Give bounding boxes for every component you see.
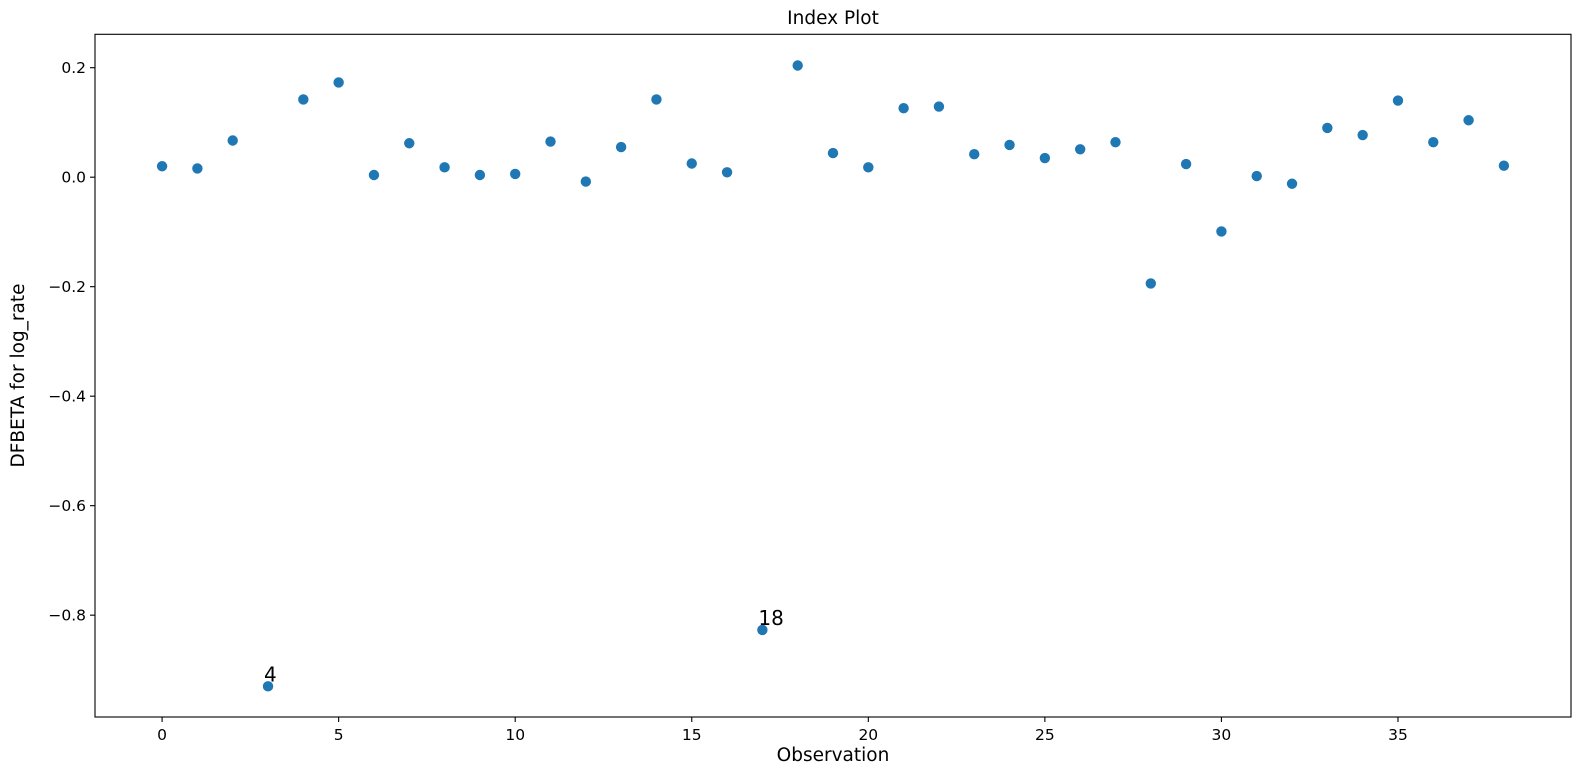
data-point: [651, 94, 662, 105]
data-point: [510, 168, 521, 180]
plot-frame: [94, 33, 1572, 718]
data-point: [1463, 115, 1474, 126]
data-point: [333, 77, 344, 88]
x-tick-label: 20: [858, 726, 878, 744]
y-axis-label: DFBETA for log_rate: [8, 283, 29, 467]
data-point: [1286, 178, 1298, 189]
data-point: [1145, 278, 1156, 289]
y-tick-label: −0.6: [48, 497, 86, 515]
data-point: [192, 163, 203, 174]
data-point: [969, 148, 980, 160]
x-axis-ticks: 0 5 10 15 20 25 30 35: [157, 717, 1408, 744]
data-point: [545, 136, 556, 147]
x-tick-label: 25: [1035, 726, 1055, 744]
data-point: [298, 94, 309, 105]
data-point: [368, 169, 380, 181]
x-tick-label: 5: [334, 726, 344, 744]
data-point: [1180, 158, 1192, 170]
data-point: [863, 162, 874, 173]
data-point: [439, 162, 450, 173]
data-point: [580, 176, 592, 187]
x-axis-label: Observation: [777, 745, 890, 766]
data-point: [933, 101, 945, 112]
data-point: [1074, 144, 1086, 155]
y-axis-ticks: 0.2 0.0 −0.2 −0.4 −0.6 −0.8: [48, 59, 95, 625]
x-tick-label: 15: [682, 726, 702, 744]
data-point: [1216, 226, 1227, 237]
data-point: [1004, 139, 1015, 151]
y-tick-label: 0.0: [61, 169, 86, 187]
data-point: [898, 103, 909, 114]
data-point: [156, 161, 168, 172]
scatter-points: [156, 60, 1510, 692]
data-point: [1322, 122, 1333, 134]
y-tick-label: −0.4: [48, 388, 86, 406]
chart-title: Index Plot: [787, 8, 879, 29]
data-point: [792, 60, 803, 71]
point-annotations: 4 18: [264, 606, 784, 686]
x-tick-label: 35: [1388, 726, 1408, 744]
x-tick-label: 10: [505, 726, 525, 744]
x-tick-label: 0: [157, 726, 167, 744]
data-point: [1392, 95, 1404, 106]
data-point: [404, 138, 415, 149]
data-point: [227, 135, 238, 146]
index-plot-chart: Index Plot 4 18 0 5 10 15 20 25 30 35 0.2 0.0 −0.2…: [8, 8, 1572, 766]
x-tick-label: 30: [1212, 726, 1232, 744]
data-point: [686, 158, 697, 169]
point-annotation-label: 18: [758, 606, 783, 630]
data-point: [474, 169, 486, 181]
data-point: [827, 147, 839, 159]
data-point: [1251, 170, 1262, 182]
data-point: [1110, 136, 1121, 148]
point-annotation-label: 4: [264, 662, 277, 686]
data-point: [1498, 160, 1510, 171]
y-tick-label: −0.2: [48, 278, 86, 296]
y-tick-label: −0.8: [48, 607, 86, 625]
y-tick-label: 0.2: [61, 59, 86, 77]
data-point: [1357, 129, 1368, 141]
data-point: [721, 167, 733, 178]
data-point: [1039, 152, 1051, 164]
data-point: [1428, 136, 1439, 148]
data-point: [615, 141, 627, 153]
